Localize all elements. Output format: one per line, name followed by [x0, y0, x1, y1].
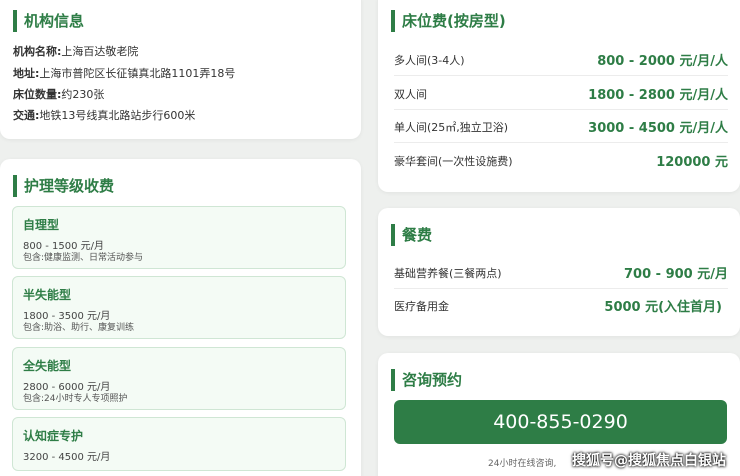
info-address: 地址:上海市普陀区长征镇真北路1101弄18号 [13, 67, 236, 80]
care-level-card[interactable]: 认知症专护 3200 - 4500 元/月 [12, 417, 346, 471]
care-level-card[interactable]: 半失能型 1800 - 3500 元/月 包含:助浴、助行、康复训练 [12, 276, 346, 339]
bed-fee-row: 双人间 1800 - 2800 元/月/人 [394, 77, 728, 110]
bed-fee-row: 豪华套间(一次性设施费) 120000 元 [394, 144, 728, 177]
care-level-includes: 包含:助浴、助行、康复训练 [23, 323, 135, 333]
care-level-price: 3200 - 4500 元/月 [23, 452, 111, 463]
bed-fee-label: 单人间(25㎡,独立卫浴) [394, 121, 509, 134]
care-level-name: 自理型 [23, 218, 60, 232]
bed-fee-row: 单人间(25㎡,独立卫浴) 3000 - 4500 元/月/人 [394, 110, 728, 143]
care-levels-title: 护理等级收费 [13, 175, 114, 197]
care-level-name: 半失能型 [23, 288, 72, 302]
care-level-includes: 包含:24小时专人专项照护 [23, 394, 128, 404]
consult-title: 咨询预约 [391, 369, 462, 391]
institution-title: 机构信息 [13, 10, 84, 32]
care-level-name: 认知症专护 [23, 429, 84, 443]
meal-fee-value: 5000 元(入住首月) [604, 300, 722, 315]
bed-fee-value: 3000 - 4500 元/月/人 [588, 121, 728, 136]
meal-fees-card: 餐费 基础营养餐(三餐两点) 700 - 900 元/月 医疗备用金 5000 … [378, 208, 740, 336]
meal-fee-value: 700 - 900 元/月 [624, 267, 728, 282]
bed-fees-card: 床位费(按房型) 多人间(3-4人) 800 - 2000 元/月/人 双人间 … [378, 0, 740, 192]
bed-fee-row: 多人间(3-4人) 800 - 2000 元/月/人 [394, 43, 728, 76]
meal-fee-label: 医疗备用金 [394, 300, 449, 313]
source-watermark: 搜狐号@搜狐焦点白银站 [572, 453, 726, 469]
consult-note: 24小时在线咨询, [488, 459, 557, 469]
info-name: 机构名称:上海百达敬老院 [13, 45, 139, 58]
phone-call-button[interactable]: 400-855-0290 [394, 400, 727, 444]
bed-fee-value: 800 - 2000 元/月/人 [597, 54, 728, 69]
care-levels-card: 护理等级收费 自理型 800 - 1500 元/月 包含:健康监测、日常活动参与… [0, 159, 361, 476]
info-beds: 床位数量:约230张 [13, 88, 105, 101]
care-level-name: 全失能型 [23, 359, 72, 373]
bed-fee-label: 双人间 [394, 88, 427, 101]
bed-fee-value: 1800 - 2800 元/月/人 [588, 88, 728, 103]
meal-fee-row: 医疗备用金 5000 元(入住首月) [394, 289, 728, 322]
care-level-card[interactable]: 全失能型 2800 - 6000 元/月 包含:24小时专人专项照护 [12, 347, 346, 410]
bed-fee-label: 多人间(3-4人) [394, 54, 465, 67]
meal-fee-label: 基础营养餐(三餐两点) [394, 267, 502, 280]
care-level-includes: 包含:健康监测、日常活动参与 [23, 253, 144, 263]
bed-fees-title: 床位费(按房型) [391, 10, 506, 32]
info-transport: 交通:地铁13号线真北路站步行600米 [13, 109, 196, 122]
institution-card: 机构信息 机构名称:上海百达敬老院 地址:上海市普陀区长征镇真北路1101弄18… [0, 0, 361, 139]
bed-fee-label: 豪华套间(一次性设施费) [394, 155, 513, 168]
care-level-card[interactable]: 自理型 800 - 1500 元/月 包含:健康监测、日常活动参与 [12, 206, 346, 269]
meal-fees-title: 餐费 [391, 224, 432, 246]
meal-fee-row: 基础营养餐(三餐两点) 700 - 900 元/月 [394, 256, 728, 289]
bed-fee-value: 120000 元 [656, 155, 728, 170]
